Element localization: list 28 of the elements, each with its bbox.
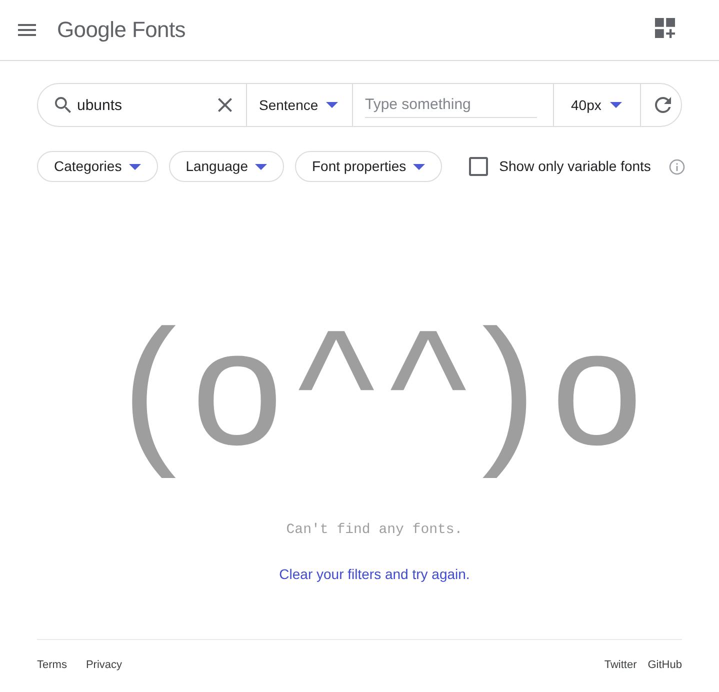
checkbox-label[interactable]: Show only variable fonts xyxy=(499,156,651,177)
grid-plus-icon[interactable] xyxy=(655,18,675,38)
kaomoji: (o^^)o xyxy=(122,295,658,481)
refresh-icon[interactable] xyxy=(655,97,671,113)
footer-link[interactable]: Terms xyxy=(37,658,67,672)
footer-link[interactable]: Twitter xyxy=(604,658,637,672)
preview-text-field[interactable]: Type something xyxy=(365,92,537,118)
empty-message: Can't find any fonts. xyxy=(286,520,463,539)
caret-icon xyxy=(128,164,141,170)
search-icon xyxy=(55,97,71,113)
search-field[interactable]: ubunts xyxy=(77,93,212,117)
filter-dropdown[interactable]: Font properties xyxy=(295,151,442,182)
close-icon[interactable] xyxy=(218,98,232,112)
caret-icon xyxy=(255,164,267,170)
filter-dropdown[interactable]: Categories xyxy=(37,151,158,182)
footer-link[interactable]: GitHub xyxy=(648,658,682,672)
caret-icon xyxy=(326,102,338,108)
clear-filters-link[interactable]: Clear your filters and try again. xyxy=(279,564,470,583)
filter-dropdown[interactable]: Language xyxy=(168,151,284,182)
caret-icon xyxy=(413,164,426,170)
menu-icon[interactable] xyxy=(18,24,36,36)
logo[interactable]: Google Fonts xyxy=(57,19,186,41)
footer-link[interactable]: Privacy xyxy=(86,658,122,672)
font-size-dropdown[interactable]: 40px xyxy=(554,84,640,126)
caret-icon xyxy=(610,102,622,108)
checkbox[interactable] xyxy=(469,157,488,176)
preview-mode-dropdown[interactable]: Sentence xyxy=(247,84,352,126)
info-icon[interactable] xyxy=(668,158,685,174)
